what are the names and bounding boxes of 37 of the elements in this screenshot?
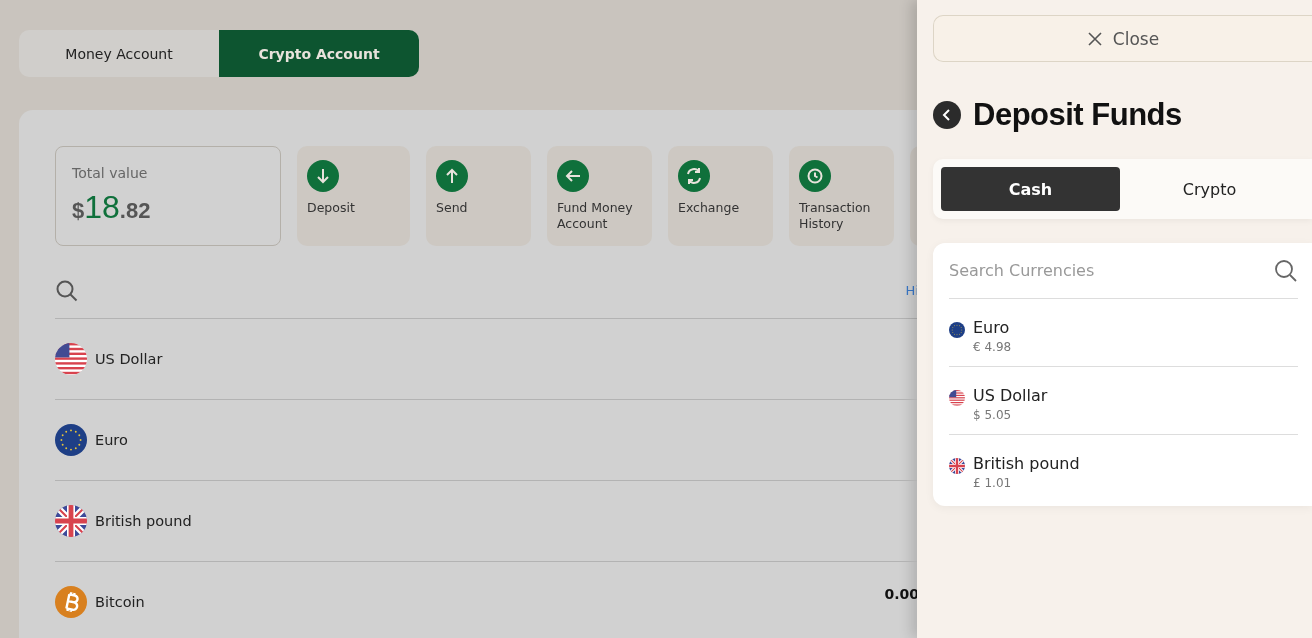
total-value-amount: $18.82: [72, 189, 152, 226]
asset-name: British pound: [95, 513, 192, 529]
close-button[interactable]: Close: [933, 15, 1312, 62]
total-value-label: Total value: [72, 165, 149, 181]
type-tab[interactable]: Crypto: [1120, 167, 1299, 211]
currency-name[interactable]: Euro: [973, 318, 1012, 337]
close-icon: [1086, 30, 1103, 47]
account-tab[interactable]: Money Account: [19, 30, 219, 77]
search-icon[interactable]: [1274, 258, 1298, 283]
asset-name: Euro: [95, 432, 128, 448]
flag-icon: [55, 343, 87, 375]
currency-name[interactable]: US Dollar: [973, 386, 1048, 405]
asset-name: US Dollar: [95, 351, 163, 367]
action-tile[interactable]: Deposit: [297, 146, 410, 246]
currency-amount: € 4.98: [973, 340, 1012, 354]
search-icon[interactable]: [55, 279, 79, 303]
circular-arrows-icon: [678, 160, 710, 192]
coin-icon: [55, 586, 87, 618]
flag-icon: [55, 505, 87, 537]
currency-name[interactable]: British pound: [973, 454, 1080, 473]
search-field[interactable]: Search Currencies: [949, 261, 1274, 280]
back-icon[interactable]: [933, 101, 961, 129]
action-tile[interactable]: Transaction History: [789, 146, 894, 246]
account-tab[interactable]: Crypto Account: [219, 30, 419, 77]
flag-icon: [949, 458, 965, 474]
clock-icon: [799, 160, 831, 192]
flag-icon: [55, 424, 87, 456]
action-tile[interactable]: Fund Money Account: [547, 146, 652, 246]
action-tile[interactable]: Send: [426, 146, 531, 246]
asset-name: Bitcoin: [95, 594, 145, 610]
type-tab[interactable]: Cash: [941, 167, 1120, 211]
action-tile[interactable]: Exchange: [668, 146, 773, 246]
flag-icon: [949, 322, 965, 338]
currency-amount: £ 1.01: [973, 476, 1013, 490]
flag-icon: [949, 390, 965, 406]
currency-amount: $ 5.05: [973, 408, 1013, 422]
drawer-title: Deposit Funds: [973, 97, 1182, 133]
